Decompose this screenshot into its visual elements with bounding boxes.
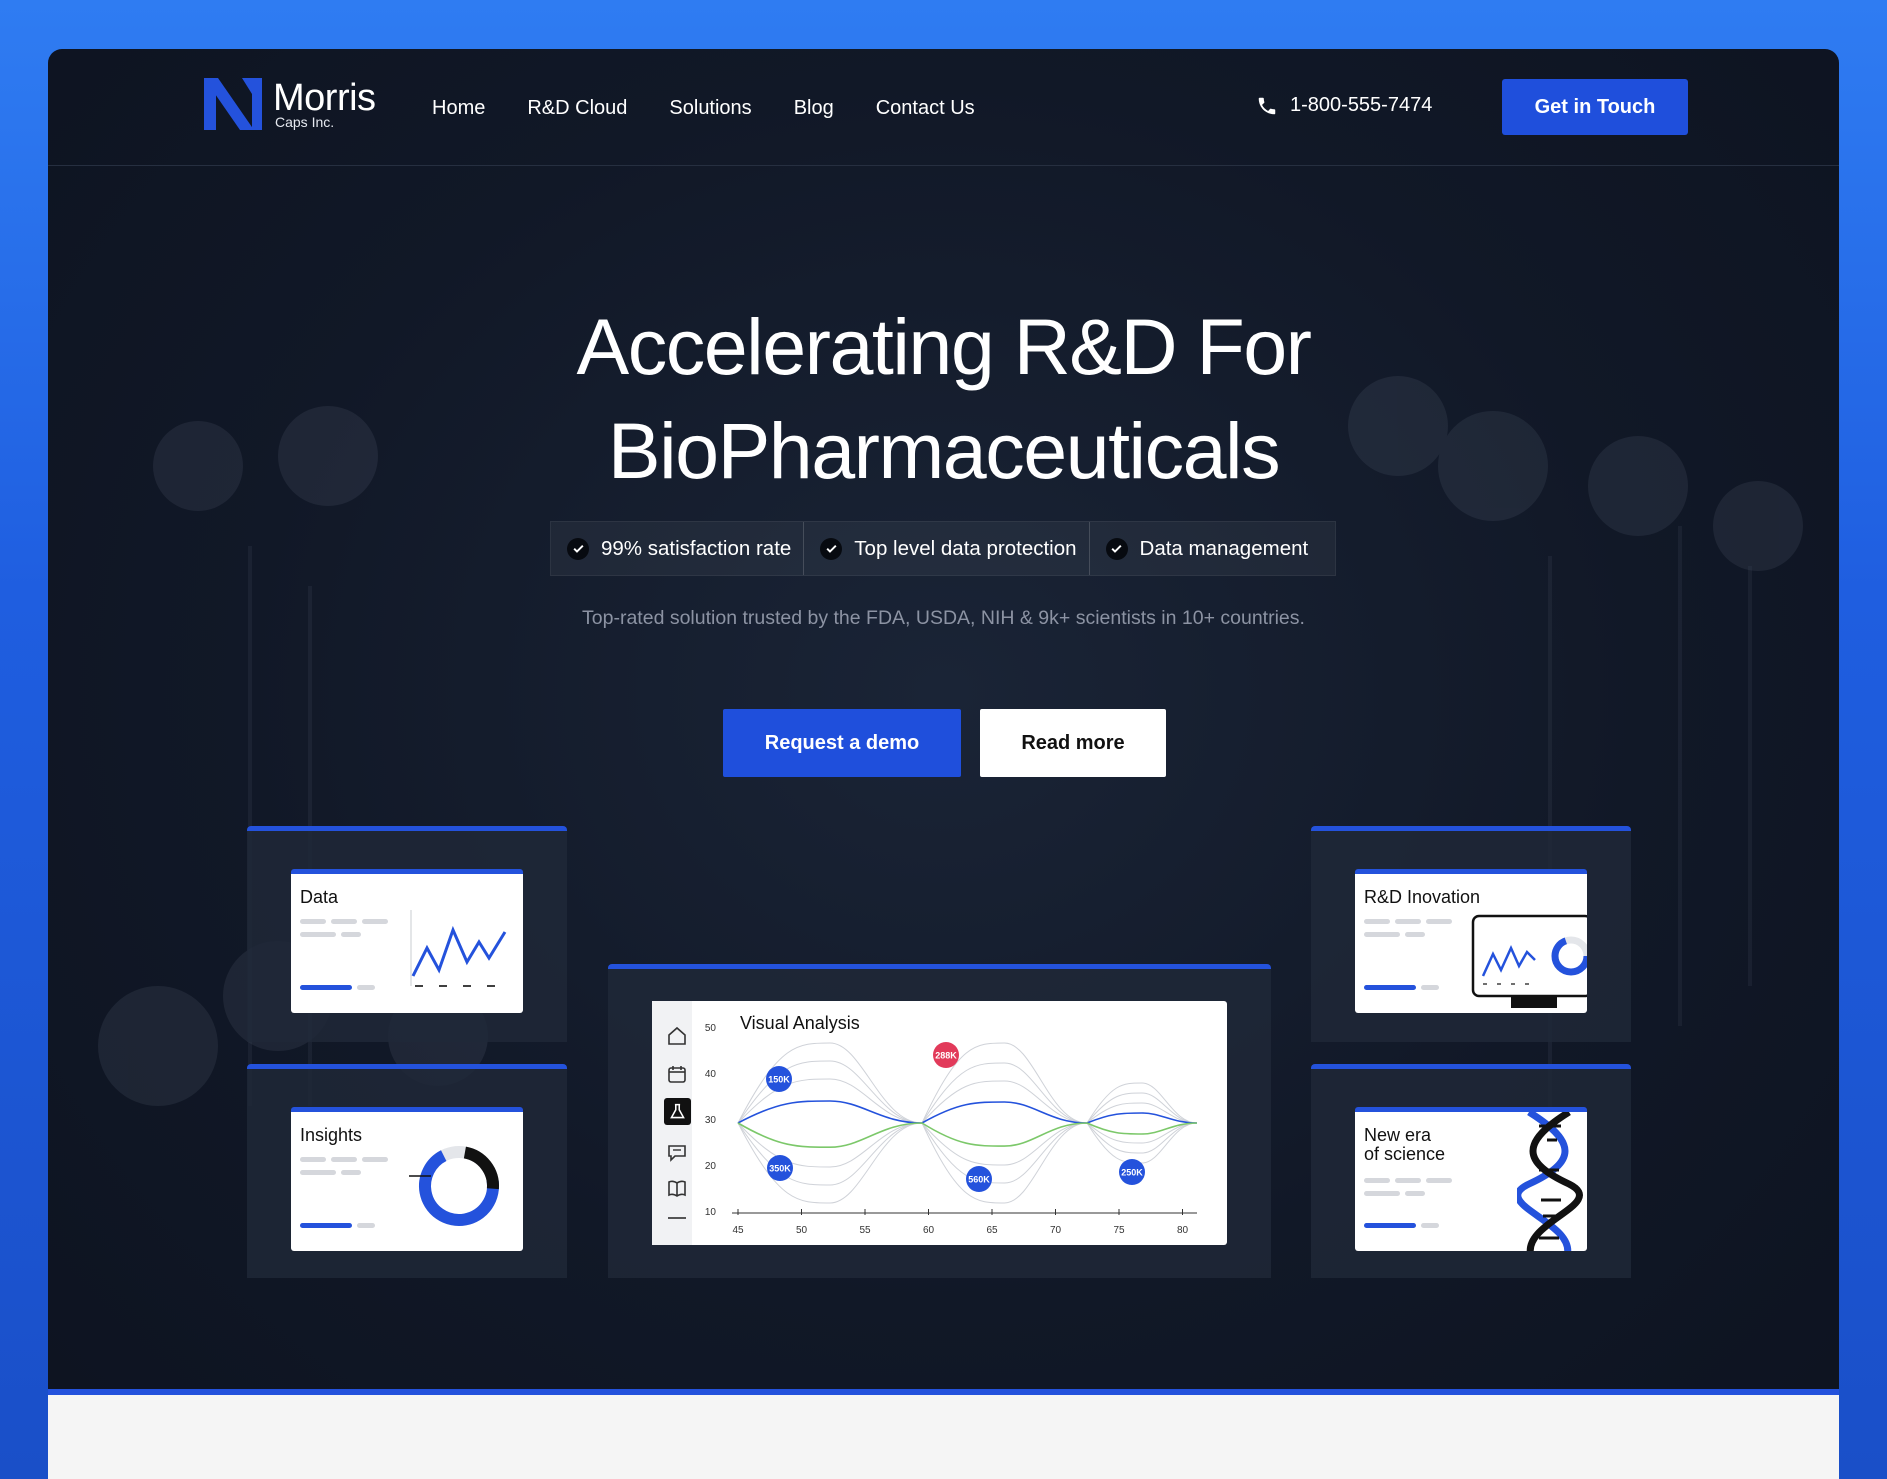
hero-title-line1: Accelerating R&D For — [576, 302, 1312, 391]
visual-analysis-card[interactable]: Visual Analysis 50 40 30 20 10 45 50 55 60 65 70 75… — [652, 1001, 1227, 1245]
new-era-card-title: New era of science — [1364, 1126, 1445, 1164]
x-tick-label: 70 — [1050, 1225, 1062, 1236]
get-in-touch-button[interactable]: Get in Touch — [1502, 79, 1688, 135]
phone-link[interactable]: 1-800-555-7474 — [1256, 94, 1432, 117]
next-section — [48, 1389, 1839, 1479]
dna-icon — [1517, 1112, 1583, 1251]
check-icon — [567, 537, 589, 560]
y-tick-label: 40 — [705, 1069, 717, 1080]
y-tick-label: 30 — [705, 1115, 717, 1126]
site-header: Morris Caps Inc. Home R&D Cloud Solution… — [48, 49, 1839, 166]
data-panel: Data — [247, 826, 567, 1042]
book-icon[interactable] — [666, 1177, 688, 1199]
phone-icon — [1258, 97, 1276, 114]
new-era-panel: New era of science — [1311, 1064, 1631, 1278]
new-era-line2: of science — [1364, 1144, 1446, 1164]
brand-name: Morris — [273, 77, 376, 119]
data-card-title: Data — [300, 887, 339, 907]
check-icon — [820, 537, 843, 560]
insights-card[interactable]: Insights — [291, 1107, 523, 1251]
x-tick-label: 55 — [859, 1225, 871, 1236]
request-demo-button[interactable]: Request a demo — [723, 709, 961, 777]
nav-blog[interactable]: Blog — [794, 97, 834, 120]
wave-envelope — [737, 1042, 1198, 1124]
hero-title: Accelerating R&D For BioPharmaceuticals — [48, 295, 1839, 503]
y-tick-label: 20 — [705, 1161, 717, 1172]
monitor-chart-icon — [1471, 914, 1587, 1008]
hero-title-line2: BioPharmaceuticals — [607, 406, 1281, 495]
main-nav: Home R&D Cloud Solutions Blog Contact Us — [432, 97, 975, 120]
visual-analysis-panel: Visual Analysis 50 40 30 20 10 45 50 55 60 65 70 75… — [608, 964, 1271, 1278]
feature-strip: 99% satisfaction rate Top level data pro… — [550, 521, 1336, 576]
x-tick-label: 50 — [796, 1225, 808, 1236]
x-tick-label: 65 — [986, 1225, 998, 1236]
insights-panel: Insights — [247, 1064, 567, 1278]
series-line-blue — [737, 1100, 1198, 1124]
data-card[interactable]: Data — [291, 869, 523, 1013]
hero-subtitle: Top-rated solution trusted by the FDA, U… — [582, 607, 1305, 629]
feature-item: 99% satisfaction rate — [551, 522, 803, 575]
sidebar-divider — [668, 1217, 686, 1219]
new-era-card[interactable]: New era of science — [1355, 1107, 1587, 1251]
nav-solutions[interactable]: Solutions — [669, 97, 751, 120]
feature-item: Data management — [1088, 522, 1321, 575]
calendar-icon[interactable] — [666, 1063, 688, 1085]
message-icon[interactable] — [666, 1141, 688, 1163]
y-tick-label: 10 — [705, 1207, 717, 1218]
flask-button[interactable] — [664, 1098, 691, 1125]
phone-number: 1-800-555-7474 — [1290, 94, 1433, 116]
value-badge-label: 288K — [935, 1051, 957, 1061]
x-tick-label: 75 — [1113, 1225, 1125, 1236]
x-tick-label: 45 — [732, 1225, 744, 1236]
rd-innovation-card-title: R&D Inovation — [1364, 887, 1481, 907]
insights-card-title: Insights — [300, 1125, 363, 1145]
value-badge-label: 150K — [768, 1075, 790, 1085]
value-badge-label: 350K — [769, 1164, 791, 1174]
read-more-button[interactable]: Read more — [980, 709, 1166, 777]
feature-item: Top level data protection — [803, 522, 1088, 575]
home-icon[interactable] — [666, 1025, 688, 1047]
new-era-line1: New era — [1364, 1125, 1432, 1145]
value-badge-label: 560K — [968, 1175, 990, 1185]
x-tick-label: 80 — [1177, 1225, 1189, 1236]
y-tick-label: 50 — [705, 1023, 717, 1034]
check-icon — [1105, 537, 1128, 560]
rd-innovation-card[interactable]: R&D Inovation — [1355, 869, 1587, 1013]
logo-mark-icon — [204, 78, 262, 130]
line-chart-icon — [410, 910, 507, 987]
feature-label: 99% satisfaction rate — [601, 536, 792, 560]
nav-contact-us[interactable]: Contact Us — [876, 97, 975, 120]
nav-rd-cloud[interactable]: R&D Cloud — [527, 97, 627, 120]
x-tick-label: 60 — [923, 1225, 935, 1236]
value-badge-label: 250K — [1121, 1168, 1143, 1178]
logo[interactable]: Morris Caps Inc. — [202, 76, 376, 132]
feature-label: Data management — [1139, 536, 1309, 560]
browser-frame: Morris Caps Inc. Home R&D Cloud Solution… — [48, 49, 1839, 1479]
visual-analysis-chart: 50 40 30 20 10 45 50 55 60 65 70 75 80 150K 350K 288K 56… — [705, 1023, 1198, 1236]
rd-innovation-panel: R&D Inovation — [1311, 826, 1631, 1042]
donut-chart-icon — [409, 1146, 499, 1226]
feature-label: Top level data protection — [854, 536, 1077, 560]
nav-home[interactable]: Home — [432, 97, 485, 120]
series-line-green — [737, 1122, 1198, 1149]
flask-icon — [670, 1103, 685, 1119]
